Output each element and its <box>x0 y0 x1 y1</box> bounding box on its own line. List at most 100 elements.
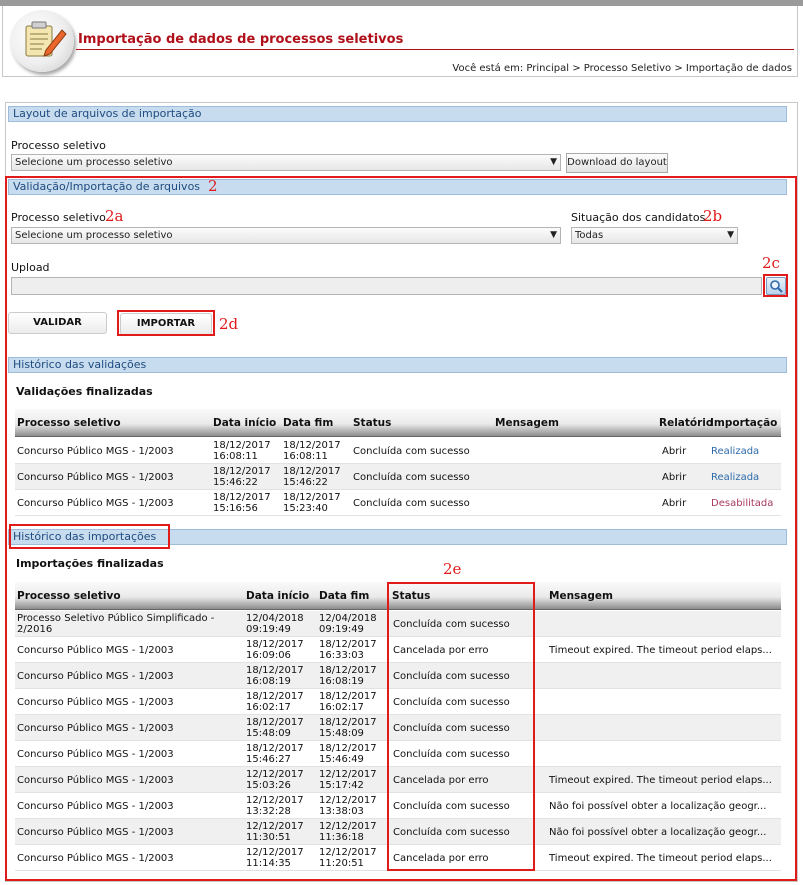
start-cell: 15:46:27 <box>246 754 291 765</box>
import-cell[interactable]: Realizada <box>711 472 759 483</box>
start-cell: 16:02:17 <box>246 702 291 713</box>
end-cell: 12/12/2017 <box>319 847 377 858</box>
column-header: Importação <box>710 417 778 429</box>
column-header: Processo seletivo <box>17 590 121 602</box>
validation-process-label: Processo seletivo <box>11 211 106 224</box>
validation-process-select[interactable]: Selecione um processo seletivo ▼ <box>11 227 561 244</box>
column-header: Data início <box>213 417 277 429</box>
breadcrumb: Você está em: Principal > Processo Selet… <box>452 63 792 74</box>
start-cell: 12/12/2017 <box>246 821 304 832</box>
situation-select-value: Todas <box>575 230 604 241</box>
import-cell[interactable]: Desabilitada <box>711 498 773 509</box>
end-cell: 16:02:17 <box>319 702 364 713</box>
start-cell: 15:16:56 <box>213 503 258 514</box>
process-cell: Concurso Público MGS - 1/2003 <box>17 472 174 483</box>
end-cell: 18/12/2017 <box>283 492 341 503</box>
start-cell: 16:08:11 <box>213 451 258 462</box>
end-cell: 18/12/2017 <box>319 717 377 728</box>
end-cell: 11:20:51 <box>319 858 364 869</box>
report-cell[interactable]: Abrir <box>662 498 686 509</box>
annotation-box-2d <box>117 310 215 336</box>
import-history-subtitle: Importações finalizadas <box>16 557 164 570</box>
end-cell: 12/12/2017 <box>319 795 377 806</box>
annotation-2e: 2e <box>443 560 462 578</box>
upload-file-input[interactable] <box>11 277 762 295</box>
start-cell: 18/12/2017 <box>246 665 304 676</box>
table-header: Processo seletivo Data início Data fim S… <box>15 409 781 437</box>
status-cell: Concluída com sucesso <box>353 498 470 509</box>
start-cell: 18/12/2017 <box>246 717 304 728</box>
status-cell: Concluída com sucesso <box>353 472 470 483</box>
column-header: Relatório <box>659 417 714 429</box>
end-cell: 12/04/2018 <box>319 613 377 624</box>
start-cell: 11:30:51 <box>246 832 291 843</box>
download-layout-button[interactable]: Download do layout <box>566 153 668 173</box>
start-cell: 15:48:09 <box>246 728 291 739</box>
status-cell: Concluída com sucesso <box>353 446 470 457</box>
end-cell: 15:48:09 <box>319 728 364 739</box>
end-cell: 15:46:22 <box>283 477 328 488</box>
situation-label: Situação dos candidatos <box>571 211 706 224</box>
process-cell: 2/2016 <box>17 624 53 635</box>
upload-label: Upload <box>11 261 50 274</box>
end-cell: 16:08:19 <box>319 676 364 687</box>
message-cell: Timeout expired. The timeout period elap… <box>549 775 772 786</box>
layout-process-select[interactable]: Selecione um processo seletivo ▼ <box>11 154 561 171</box>
process-cell: Concurso Público MGS - 1/2003 <box>17 801 174 812</box>
annotation-box-history <box>9 524 170 549</box>
layout-process-select-value: Selecione um processo seletivo <box>15 157 173 168</box>
start-cell: 18/12/2017 <box>246 743 304 754</box>
browse-file-button[interactable] <box>766 277 786 295</box>
start-cell: 16:08:19 <box>246 676 291 687</box>
start-cell: 18/12/2017 <box>246 691 304 702</box>
message-cell: Não foi possível obter a localização geo… <box>549 827 767 838</box>
validation-history-header: Histórico das validações <box>8 357 787 373</box>
import-cell[interactable]: Realizada <box>711 446 759 457</box>
report-cell[interactable]: Abrir <box>662 446 686 457</box>
column-header: Status <box>353 417 392 429</box>
chevron-down-icon: ▼ <box>550 230 557 240</box>
end-cell: 16:33:03 <box>319 650 364 661</box>
table-row: Concurso Público MGS - 1/2003 18/12/2017 1… <box>15 490 781 516</box>
table-row: Concurso Público MGS - 1/2003 18/12/2017 1… <box>15 438 781 464</box>
start-cell: 18/12/2017 <box>213 440 271 451</box>
start-cell: 11:14:35 <box>246 858 291 869</box>
start-cell: 12/12/2017 <box>246 847 304 858</box>
message-cell: Não foi possível obter a localização geo… <box>549 801 767 812</box>
table-row: Concurso Público MGS - 1/2003 18/12/2017 1… <box>15 464 781 490</box>
annotation-2b: 2b <box>703 207 723 225</box>
end-cell: 15:23:40 <box>283 503 328 514</box>
end-cell: 15:17:42 <box>319 780 364 791</box>
column-header: Data fim <box>283 417 334 429</box>
annotation-2a: 2a <box>105 207 124 225</box>
start-cell: 12/12/2017 <box>246 795 304 806</box>
process-cell: Concurso Público MGS - 1/2003 <box>17 749 174 760</box>
end-cell: 12/12/2017 <box>319 821 377 832</box>
annotation-2c: 2c <box>762 254 780 272</box>
end-cell: 18/12/2017 <box>283 440 341 451</box>
end-cell: 13:38:03 <box>319 806 364 817</box>
validation-table: Processo seletivo Data início Data fim S… <box>15 409 781 518</box>
end-cell: 18/12/2017 <box>283 466 341 477</box>
annotation-box-2e <box>387 582 535 871</box>
column-header: Mensagem <box>495 417 559 429</box>
report-cell[interactable]: Abrir <box>662 472 686 483</box>
process-cell: Concurso Público MGS - 1/2003 <box>17 827 174 838</box>
process-cell: Concurso Público MGS - 1/2003 <box>17 697 174 708</box>
validate-button[interactable]: VALIDAR <box>8 312 107 334</box>
validation-history-subtitle: Validações finalizadas <box>16 385 153 398</box>
process-cell: Concurso Público MGS - 1/2003 <box>17 723 174 734</box>
column-header: Mensagem <box>549 590 613 602</box>
start-cell: 13:32:28 <box>246 806 291 817</box>
notepad-logo-icon <box>10 10 74 72</box>
title-divider <box>76 49 794 50</box>
validation-process-select-value: Selecione um processo seletivo <box>15 230 173 241</box>
situation-select[interactable]: Todas ▼ <box>571 227 738 244</box>
end-cell: 09:19:49 <box>319 624 364 635</box>
process-cell: Concurso Público MGS - 1/2003 <box>17 671 174 682</box>
start-cell: 18/12/2017 <box>213 466 271 477</box>
end-cell: 16:08:11 <box>283 451 328 462</box>
start-cell: 12/12/2017 <box>246 769 304 780</box>
start-cell: 15:46:22 <box>213 477 258 488</box>
start-cell: 12/04/2018 <box>246 613 304 624</box>
